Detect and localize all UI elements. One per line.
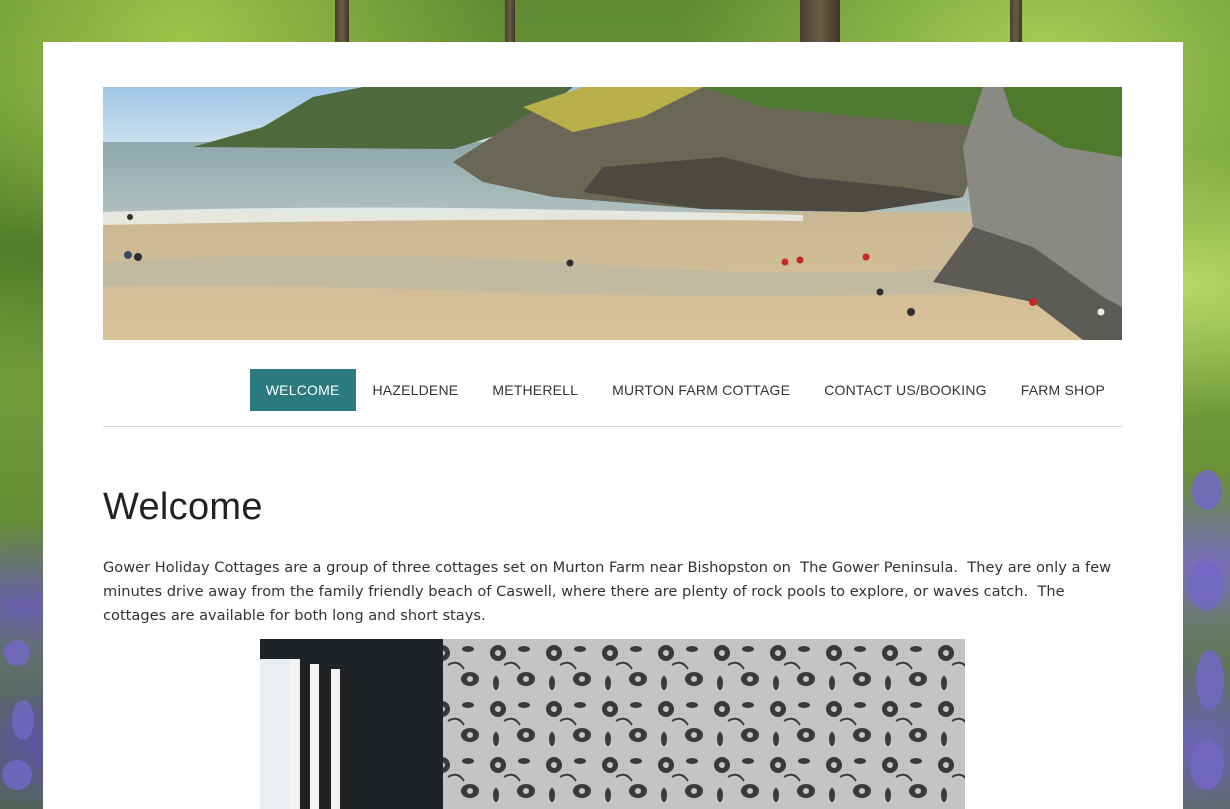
page-container: WELCOME HAZELDENE METHERELL MURTON FARM … — [43, 42, 1183, 809]
bluebell-flowers — [1190, 740, 1224, 790]
bluebell-flowers — [2, 760, 32, 790]
intro-paragraph: Gower Holiday Cottages are a group of th… — [103, 559, 1116, 624]
beach-cliffs-icon — [103, 87, 1122, 340]
nav-item-welcome[interactable]: WELCOME — [249, 369, 356, 411]
bluebell-flowers — [4, 640, 30, 666]
bluebell-flowers — [1188, 560, 1224, 610]
nav-item-contact-us-booking[interactable]: CONTACT US/BOOKING — [807, 369, 1004, 411]
bluebell-flowers — [1192, 470, 1222, 510]
nav-item-murton-farm-cottage[interactable]: MURTON FARM COTTAGE — [595, 369, 807, 411]
bluebell-flowers — [1196, 650, 1224, 710]
nav-item-hazeldene[interactable]: HAZELDENE — [356, 369, 476, 411]
bedroom-photo — [260, 639, 965, 809]
nav-item-metherell[interactable]: METHERELL — [475, 369, 595, 411]
bedroom-wallpaper-icon — [260, 639, 965, 809]
nav-item-farm-shop[interactable]: FARM SHOP — [1004, 369, 1122, 411]
bluebell-flowers — [12, 700, 34, 740]
page-title: Welcome — [103, 486, 263, 528]
nav-divider — [103, 426, 1122, 427]
header-banner-image — [103, 87, 1122, 340]
main-navigation: WELCOME HAZELDENE METHERELL MURTON FARM … — [103, 369, 1122, 411]
